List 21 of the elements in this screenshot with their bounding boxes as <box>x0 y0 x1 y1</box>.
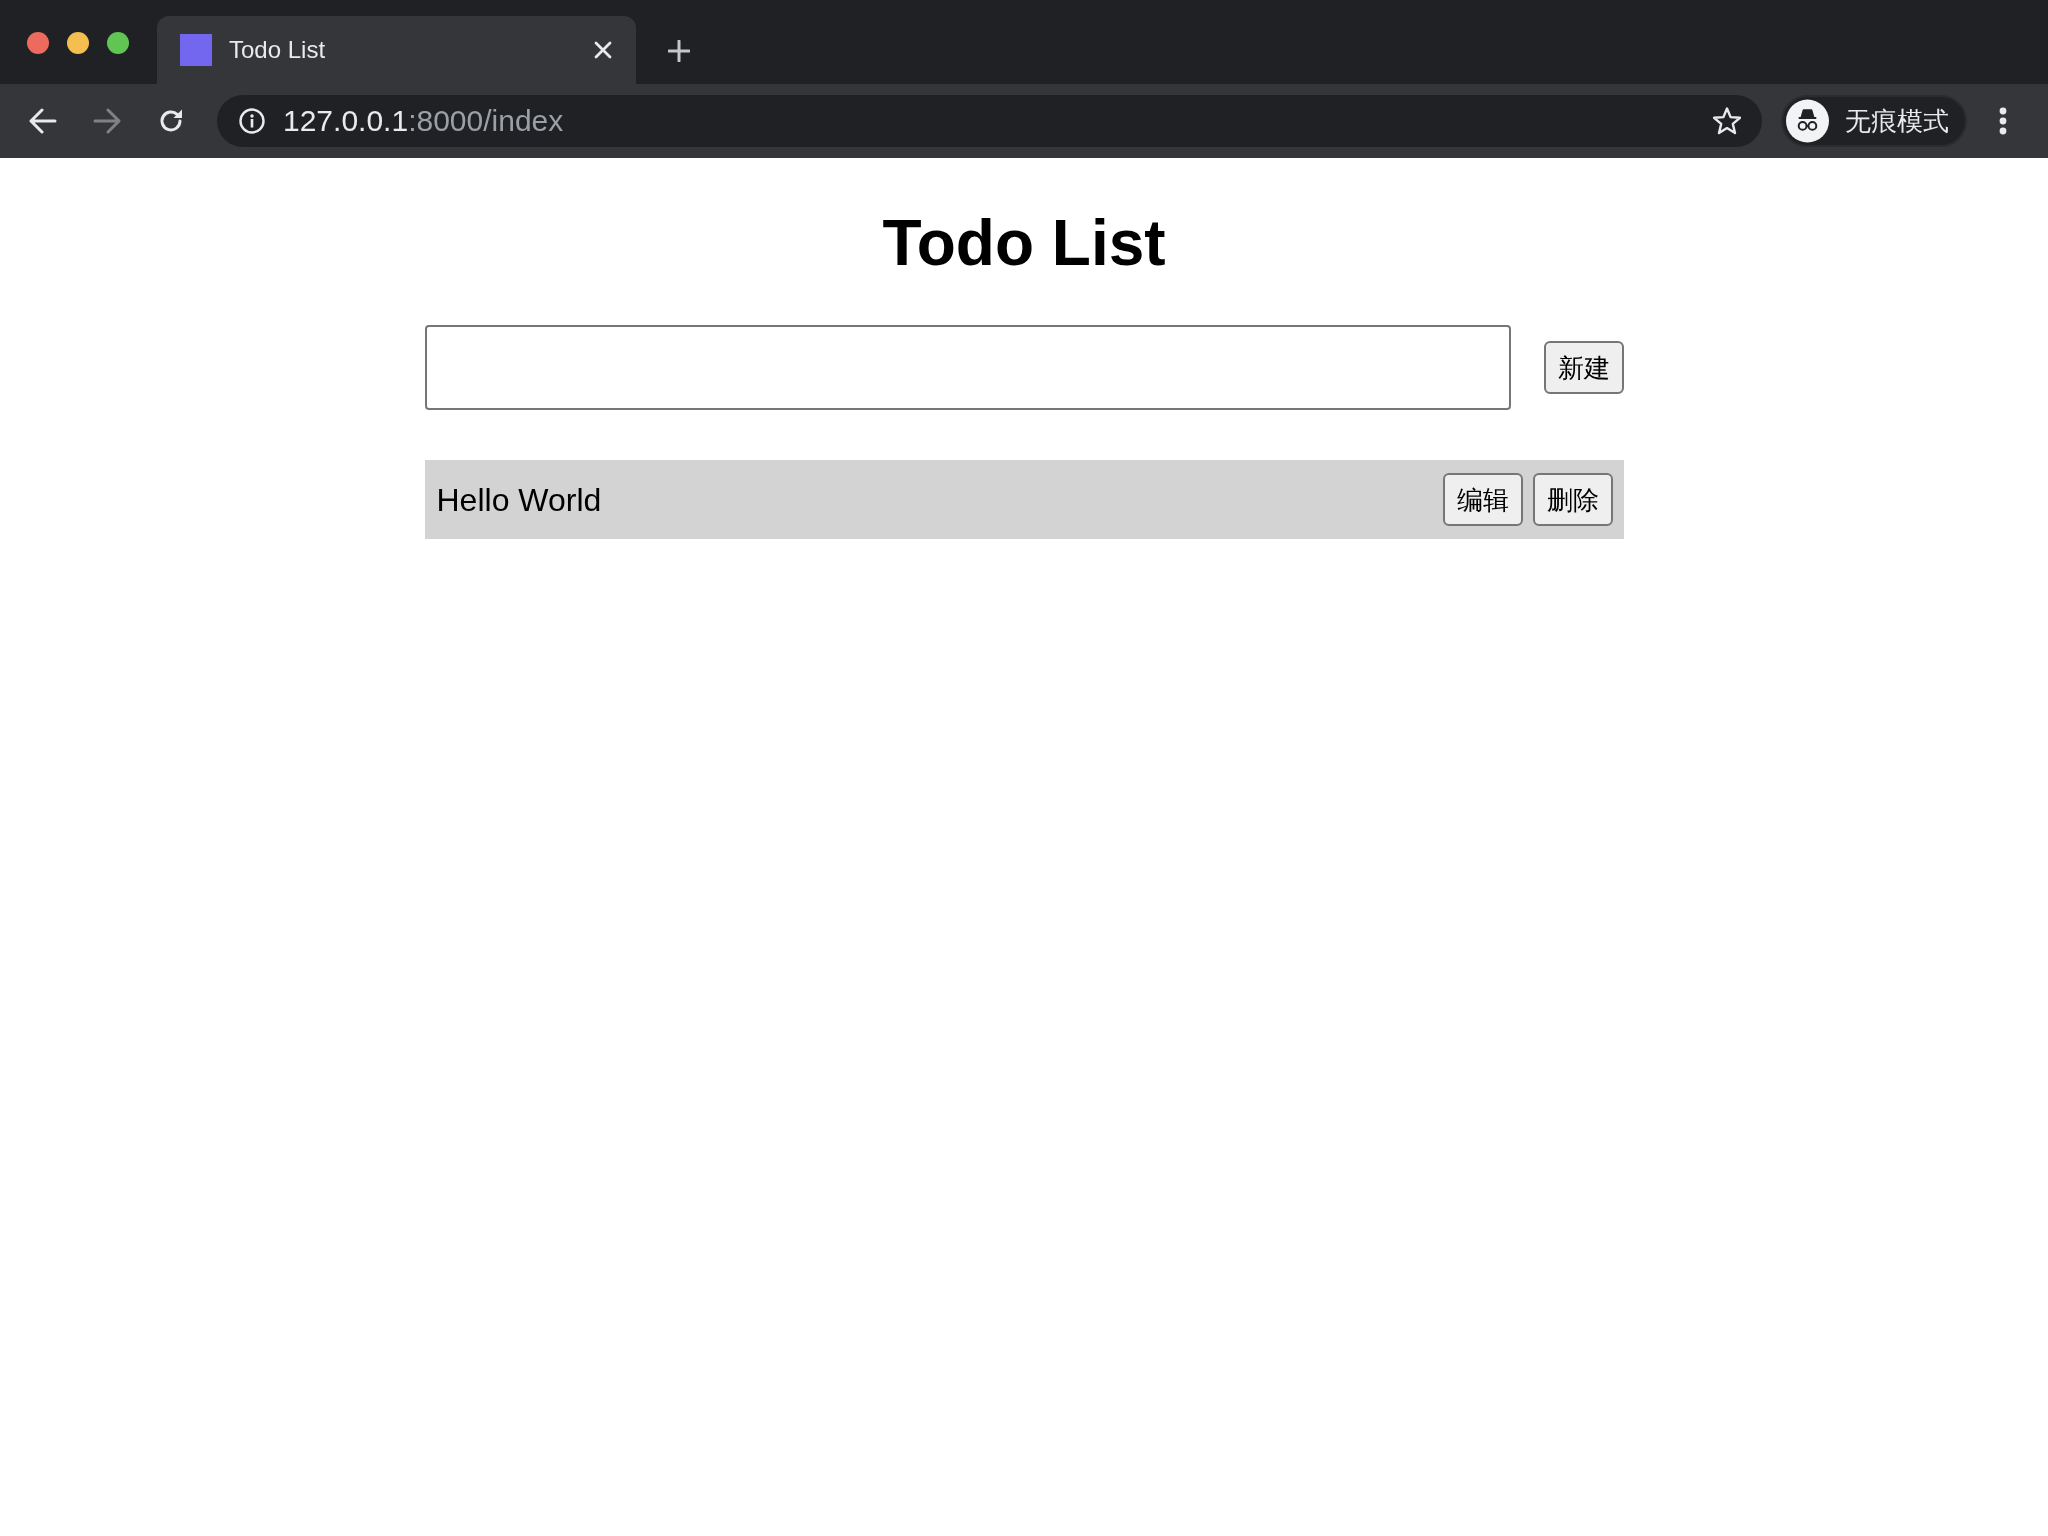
page-title: Todo List <box>882 206 1166 280</box>
star-icon[interactable] <box>1712 106 1742 136</box>
address-bar[interactable]: 127.0.0.1:8000/index <box>217 95 1762 147</box>
arrow-left-icon[interactable] <box>29 108 57 134</box>
browser-tab[interactable]: Todo List <box>157 16 636 84</box>
url-text: 127.0.0.1:8000/index <box>283 103 564 139</box>
info-icon[interactable] <box>239 108 265 134</box>
window-minimize-icon[interactable] <box>67 32 89 54</box>
todo-text: Hello World <box>436 480 602 519</box>
window-close-icon[interactable] <box>27 32 49 54</box>
edit-button[interactable]: 编辑 <box>1442 473 1523 526</box>
todo-input[interactable] <box>424 325 1511 410</box>
hat-and-glasses-icon <box>1786 99 1829 143</box>
close-icon[interactable] <box>594 41 612 59</box>
window-maximize-icon[interactable] <box>107 32 129 54</box>
plus-icon[interactable] <box>668 40 690 62</box>
favicon-icon <box>180 34 212 66</box>
menu-icon[interactable] <box>1999 107 2007 135</box>
incognito-button[interactable]: 无痕模式 <box>1781 95 1967 147</box>
add-button[interactable]: 新建 <box>1543 341 1624 394</box>
delete-button[interactable]: 删除 <box>1532 473 1613 526</box>
